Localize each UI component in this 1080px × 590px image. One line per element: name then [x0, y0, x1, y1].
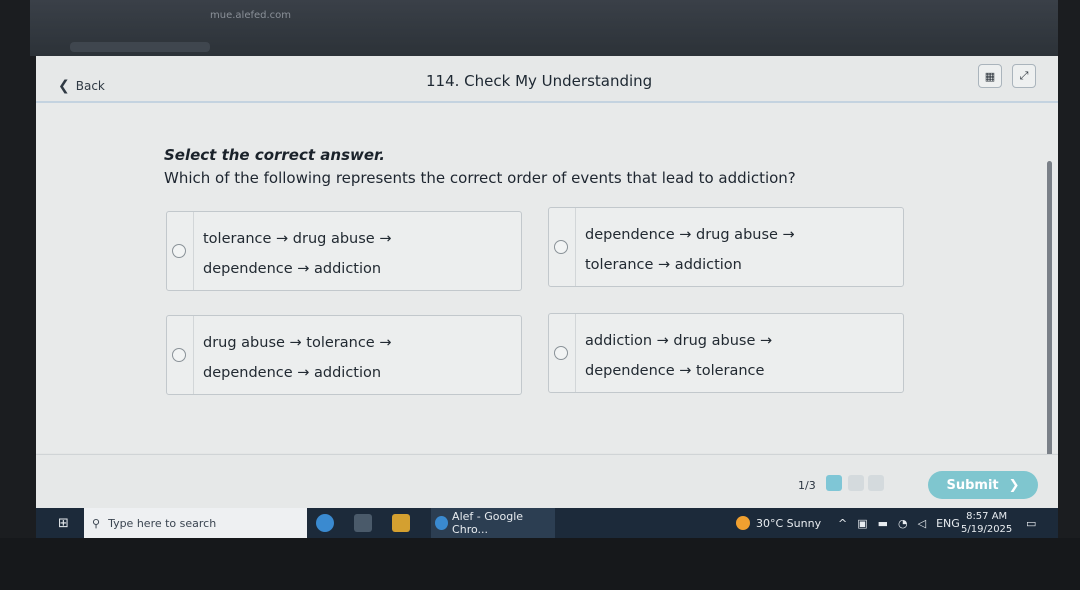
page-counter: 1/3 [798, 479, 816, 492]
radio-button[interactable] [172, 348, 186, 362]
answer-option-1[interactable]: tolerance → drug abuse → dependence → ad… [166, 211, 522, 291]
task-view-icon[interactable] [354, 514, 372, 532]
windows-start-icon[interactable]: ⊞ [58, 508, 69, 538]
search-icon: ⚲ [92, 516, 101, 530]
file-explorer-icon[interactable] [392, 514, 410, 532]
chrome-window-label: Alef - Google Chro... [452, 510, 524, 536]
radio-button[interactable] [172, 244, 186, 258]
browser-tab[interactable] [70, 42, 210, 52]
question-text: Which of the following represents the co… [164, 169, 796, 187]
submit-button[interactable]: Submit ❯ [928, 471, 1038, 499]
radio-column [167, 316, 194, 394]
address-bar-url[interactable]: mue.alefed.com [210, 10, 291, 21]
answer-option-2[interactable]: dependence → drug abuse → tolerance → ad… [548, 207, 904, 287]
language-indicator[interactable]: ENG [936, 517, 960, 530]
taskbar-search[interactable]: ⚲ Type here to search [84, 508, 307, 538]
option-line-2: dependence → addiction [203, 365, 382, 381]
option-text: drug abuse → tolerance → dependence → ad… [203, 328, 392, 388]
answer-option-4[interactable]: addiction → drug abuse → dependence → to… [548, 313, 904, 393]
option-text: tolerance → drug abuse → dependence → ad… [203, 224, 392, 284]
radio-column [167, 212, 194, 290]
clock-time: 8:57 AM [966, 511, 1008, 522]
radio-button[interactable] [554, 240, 568, 254]
chevron-right-icon: ❯ [1008, 477, 1020, 493]
volume-icon[interactable]: ◁ [918, 517, 926, 530]
weather-widget[interactable]: 30°C Sunny [736, 508, 821, 538]
option-line-1: drug abuse → tolerance → [203, 335, 392, 351]
weather-text: 30°C Sunny [756, 516, 822, 530]
option-line-2: tolerance → addiction [585, 257, 742, 273]
calculator-icon[interactable]: ▦ [978, 64, 1002, 88]
browser-chrome: mue.alefed.com [30, 0, 1058, 56]
option-line-2: dependence → tolerance [585, 363, 765, 379]
option-line-1: dependence → drug abuse → [585, 227, 795, 243]
option-line-1: addiction → drug abuse → [585, 333, 773, 349]
app-window: ❮ Back 114. Check My Understanding ▦ ⤢ S… [36, 56, 1058, 509]
answer-option-3[interactable]: drug abuse → tolerance → dependence → ad… [166, 315, 522, 395]
windows-taskbar: ⊞ ⚲ Type here to search Alef - Google Ch… [36, 508, 1058, 538]
option-line-2: dependence → addiction [203, 261, 382, 277]
sun-icon [736, 516, 750, 530]
notification-icon[interactable]: ▭ [1026, 508, 1036, 538]
option-text: addiction → drug abuse → dependence → to… [585, 326, 772, 386]
scrollbar-thumb[interactable] [1047, 161, 1052, 481]
radio-button[interactable] [554, 346, 568, 360]
page-title: 114. Check My Understanding [426, 72, 653, 90]
submit-label: Submit [946, 477, 999, 493]
chevron-up-icon[interactable]: ^ [838, 517, 847, 530]
progress-dot[interactable] [848, 475, 864, 491]
taskbar-chrome-window[interactable]: Alef - Google Chro... [431, 508, 555, 538]
monitor-bezel [0, 538, 1080, 590]
page-header: ❮ Back 114. Check My Understanding ▦ ⤢ [36, 56, 1058, 103]
radio-column [549, 314, 576, 392]
option-text: dependence → drug abuse → tolerance → ad… [585, 220, 795, 280]
page-footer: 1/3 Submit ❯ [36, 454, 1058, 509]
battery-icon[interactable]: ▬ [878, 517, 888, 530]
progress-dot-active[interactable] [826, 475, 842, 491]
question-panel: Select the correct answer. Which of the … [36, 103, 1058, 481]
chevron-left-icon: ❮ [58, 78, 70, 94]
clock-date: 5/19/2025 [961, 524, 1013, 535]
tray-app-icon[interactable]: ▣ [857, 517, 867, 530]
back-button[interactable]: ❮ Back [58, 78, 105, 94]
chrome-icon [435, 516, 449, 530]
system-clock[interactable]: 8:57 AM 5/19/2025 [961, 510, 1012, 536]
option-line-1: tolerance → drug abuse → [203, 231, 392, 247]
expand-icon[interactable]: ⤢ [1012, 64, 1036, 88]
progress-dot[interactable] [868, 475, 884, 491]
network-icon[interactable]: ◔ [898, 517, 908, 530]
search-placeholder: Type here to search [108, 516, 217, 530]
back-label: Back [75, 79, 105, 93]
weather-app-icon[interactable] [316, 514, 334, 532]
system-tray: ^ ▣ ▬ ◔ ◁ ENG [838, 508, 960, 538]
instruction-text: Select the correct answer. [164, 146, 385, 164]
radio-column [549, 208, 576, 286]
